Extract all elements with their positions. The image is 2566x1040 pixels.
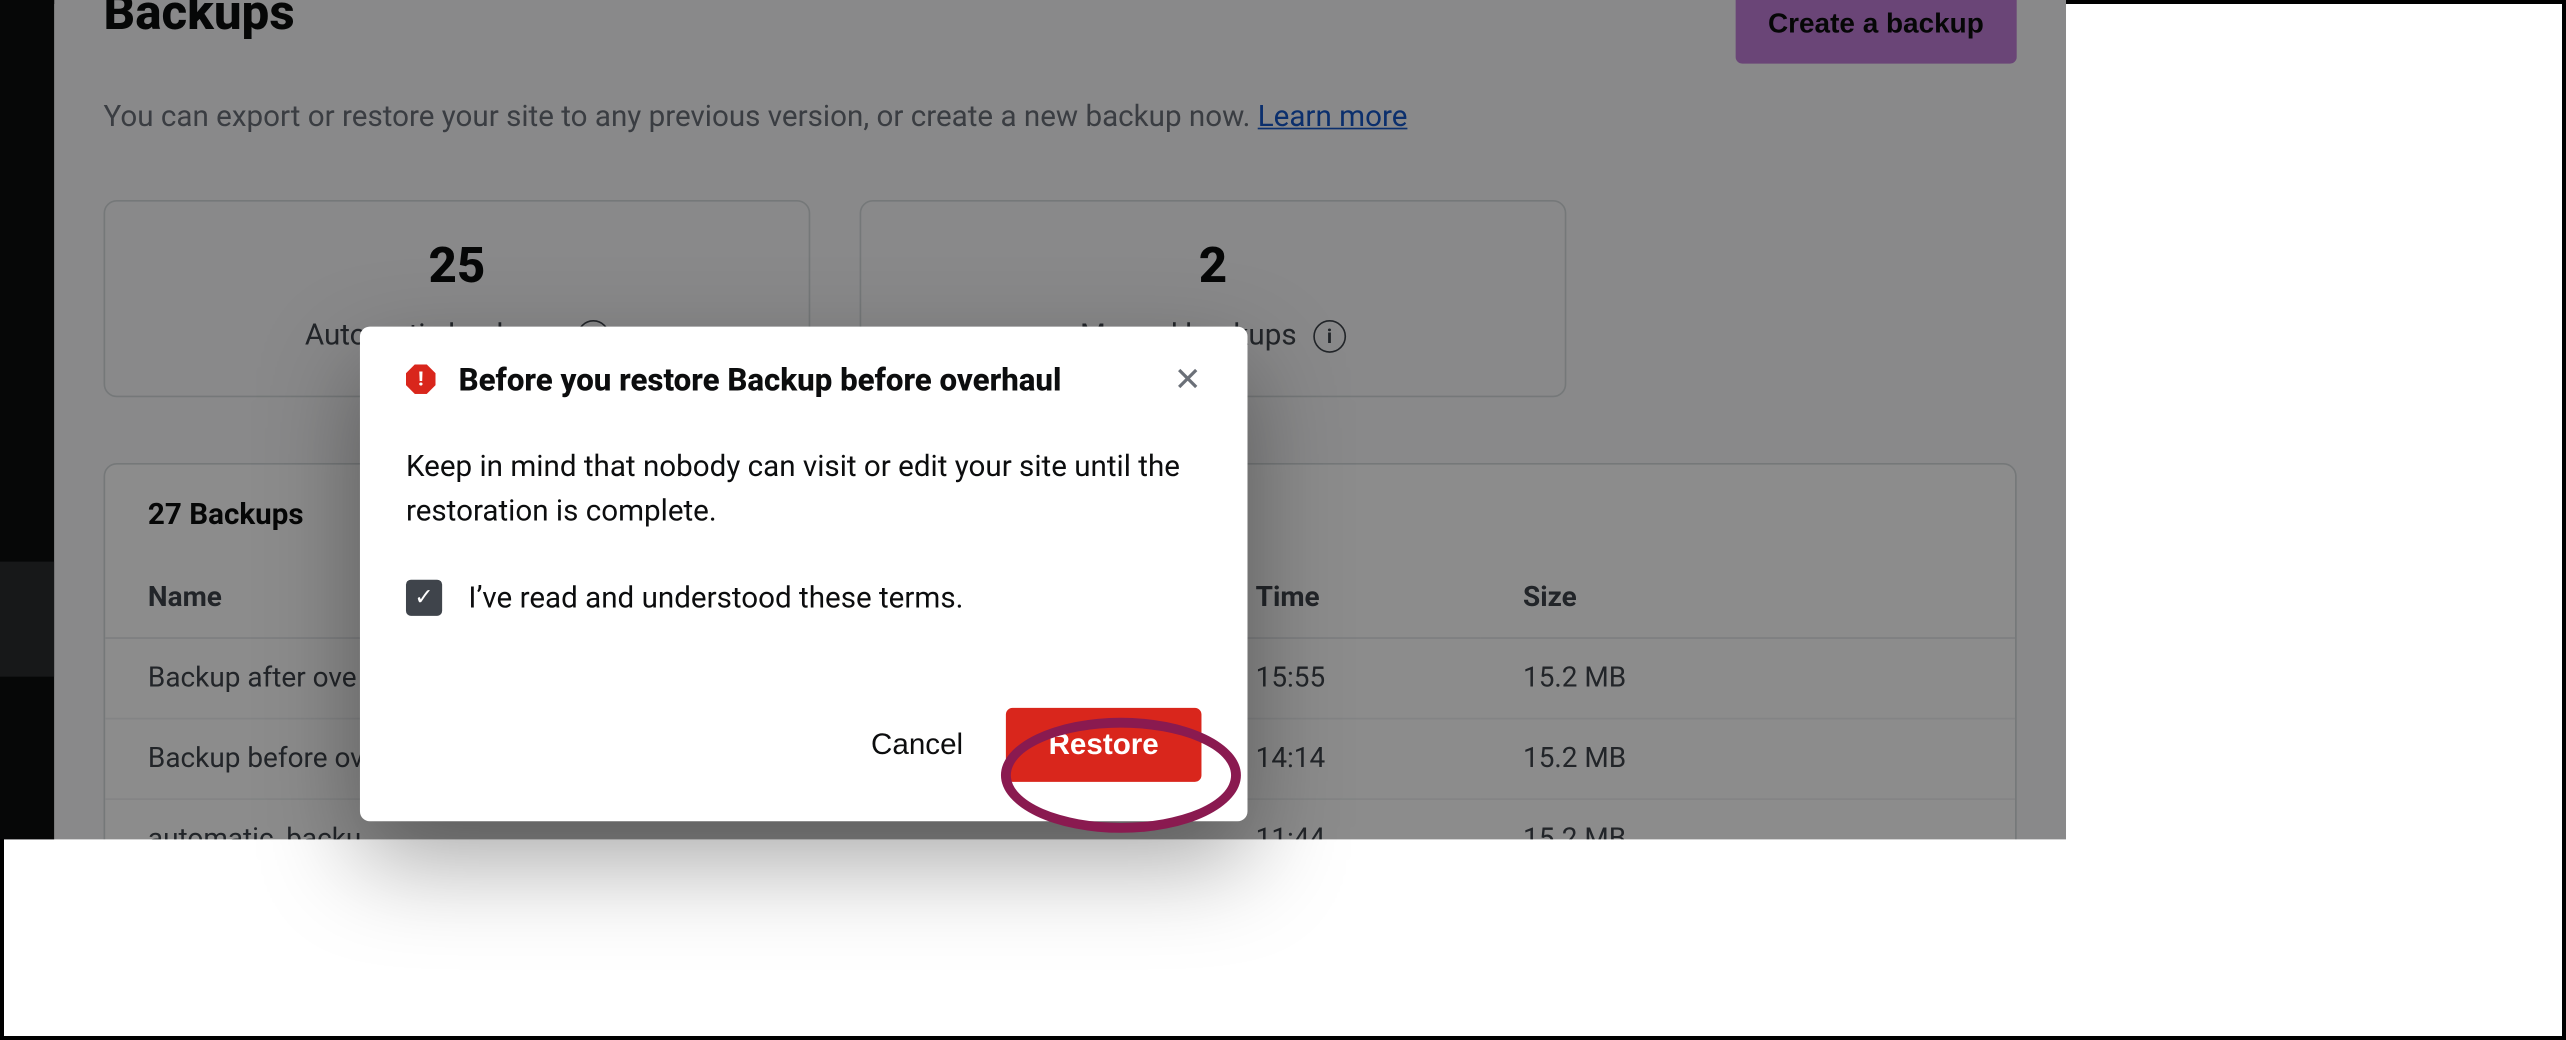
close-icon[interactable]: ✕ [1174, 359, 1202, 398]
restore-button[interactable]: Restore [1006, 708, 1202, 782]
alert-icon: ! [406, 364, 436, 394]
restore-confirmation-modal: ! Before you restore Backup before overh… [360, 327, 1248, 822]
modal-title: Before you restore Backup before overhau… [459, 360, 1151, 398]
modal-body-text: Keep in mind that nobody can visit or ed… [406, 445, 1202, 534]
cancel-button[interactable]: Cancel [858, 711, 976, 778]
checkbox-checked-icon[interactable]: ✓ [406, 580, 442, 616]
terms-checkbox-label: I’ve read and understood these terms. [468, 581, 963, 616]
terms-checkbox-row[interactable]: ✓ I’ve read and understood these terms. [406, 580, 1202, 616]
